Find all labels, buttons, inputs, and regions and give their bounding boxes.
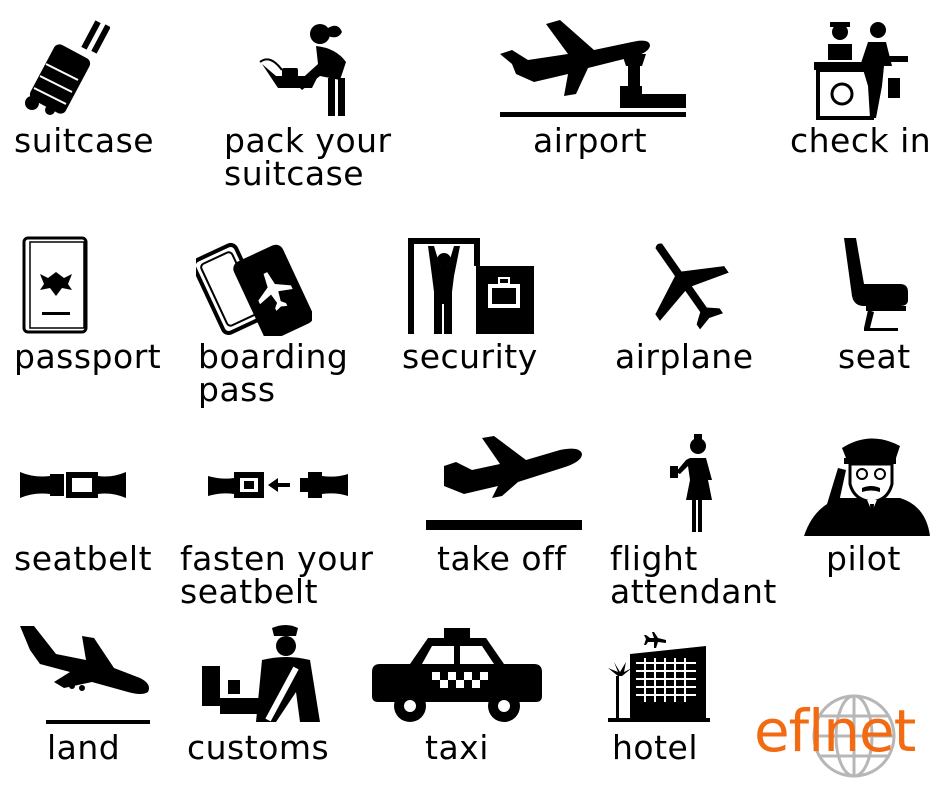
boarding-pass-icon	[196, 242, 312, 336]
label-customs: customs	[187, 731, 329, 764]
label-line: boarding	[198, 337, 349, 376]
label-line: suitcase	[14, 121, 155, 160]
label-line: fasten your	[180, 539, 374, 578]
label-security: security	[402, 340, 538, 373]
label-line: seat	[838, 337, 911, 376]
label-line: hotel	[612, 728, 699, 767]
label-seat: seat	[838, 340, 911, 373]
label-line: check in	[790, 121, 932, 160]
takeoff-icon	[426, 436, 582, 530]
label-airplane: airplane	[615, 340, 754, 373]
airport-icon	[500, 20, 686, 117]
airplane-icon	[655, 243, 729, 330]
vocabulary-poster: suitcase pack your suitcase airport chec…	[0, 0, 941, 786]
label-pack-your-suitcase: pack your suitcase	[224, 124, 392, 190]
label-suitcase: suitcase	[14, 124, 154, 157]
label-line: pilot	[826, 539, 901, 578]
label-line: land	[47, 728, 121, 767]
label-line: customs	[187, 728, 330, 767]
hotel-icon	[608, 632, 710, 722]
pilot-icon	[804, 438, 930, 536]
label-fasten-your-seatbelt: fasten your seatbelt	[180, 542, 373, 608]
seatbelt-icon	[20, 472, 126, 498]
label-line: security	[402, 337, 538, 376]
passport-icon	[22, 236, 88, 334]
label-passport: passport	[14, 340, 161, 373]
eflnet-logo: eflnet	[748, 690, 938, 780]
label-line: taxi	[425, 728, 489, 767]
label-taxi: taxi	[425, 731, 489, 764]
label-line: attendant	[610, 572, 777, 611]
label-hotel: hotel	[612, 731, 698, 764]
label-land: land	[47, 731, 120, 764]
security-gate-icon	[408, 238, 534, 334]
label-line: airplane	[615, 337, 754, 376]
label-line: pass	[198, 370, 276, 409]
label-line: airport	[533, 121, 648, 160]
label-pilot: pilot	[826, 542, 901, 575]
label-line: seatbelt	[180, 572, 319, 611]
label-airport: airport	[533, 124, 647, 157]
logo-text: eflnet	[754, 697, 916, 765]
customs-officer-icon	[202, 625, 320, 722]
label-line: passport	[14, 337, 162, 376]
label-seatbelt: seatbelt	[14, 542, 152, 575]
label-line: suitcase	[224, 154, 365, 193]
check-in-desk-icon	[814, 22, 908, 120]
label-boarding-pass: boarding pass	[198, 340, 348, 406]
label-line: pack your	[224, 121, 392, 160]
flight-attendant-icon	[670, 434, 712, 532]
label-check-in: check in	[790, 124, 931, 157]
packing-person-icon	[259, 24, 346, 116]
taxi-icon	[372, 628, 542, 722]
fasten-seatbelt-icon	[208, 472, 348, 498]
label-line: seatbelt	[14, 539, 153, 578]
label-flight-attendant: flight attendant	[610, 542, 777, 608]
landing-icon	[20, 626, 150, 724]
label-take-off: take off	[437, 542, 566, 575]
seat-icon	[844, 238, 908, 331]
suitcase-icon	[25, 20, 110, 115]
label-line: flight	[610, 539, 698, 578]
label-line: take off	[437, 539, 567, 578]
